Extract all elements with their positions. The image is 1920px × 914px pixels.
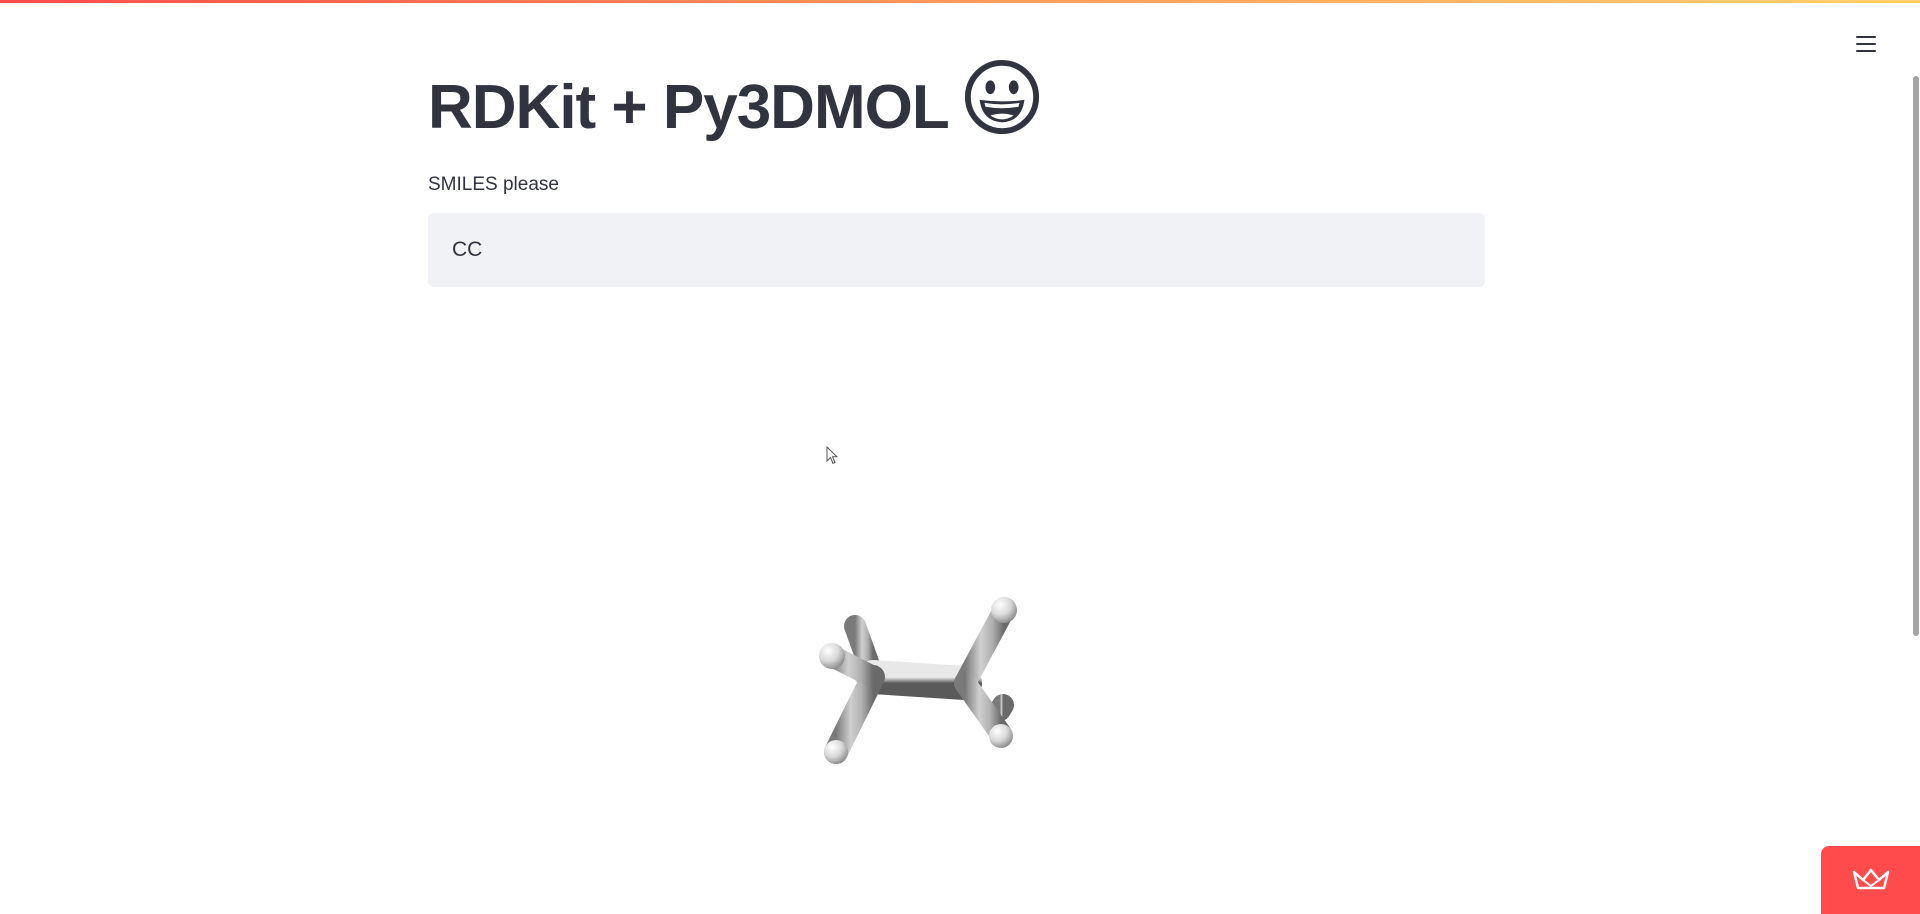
bond-c-c [856,660,982,700]
ethane-molecule [819,597,1017,764]
hydrogen-atom-upper-right [991,597,1017,623]
hydrogen-atom-upper-left [819,643,845,669]
molecule-3d-viewer[interactable] [428,320,1485,860]
bond-h-lower-left [824,665,885,764]
hydrogen-atom-lower-right [989,724,1013,748]
hamburger-menu-icon[interactable] [1852,30,1880,58]
hydrogen-atom-lower-left [824,740,848,764]
grinning-face-emoji-icon [964,59,1039,135]
bond-h-back-right [989,694,1014,721]
smiles-input-label: SMILES please [428,174,559,195]
smiles-input[interactable] [428,213,1485,287]
page-title-text: RDKit + Py3DMOL [428,73,950,142]
header-decoration-bar [0,0,1920,3]
page-title: RDKit + Py3DMOL [428,58,1041,147]
streamlit-crown-icon [1852,868,1890,890]
mouse-cursor-icon [826,446,839,465]
streamlit-badge-button[interactable] [1821,846,1920,914]
scrollbar-thumb[interactable] [1913,76,1919,636]
